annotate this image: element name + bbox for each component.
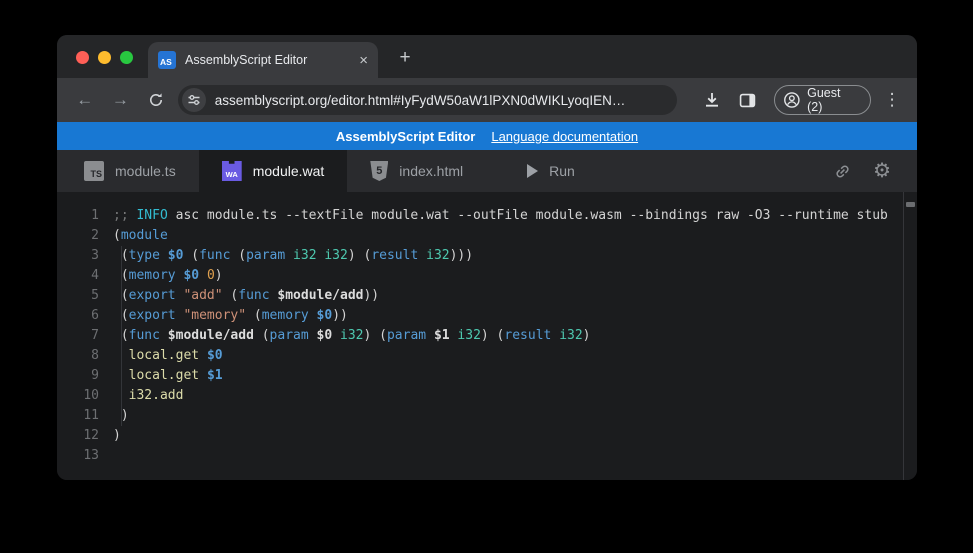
editor-tab-strip: TS module.ts WA module.wat 5 index.html … bbox=[57, 150, 917, 192]
tab-index-html[interactable]: 5 index.html bbox=[347, 150, 486, 192]
line-number: 10 bbox=[57, 386, 99, 406]
line-number: 4 bbox=[57, 266, 99, 286]
code-line: 2(module bbox=[57, 226, 917, 246]
browser-toolbar: ← → assemblyscript.org/editor.html#IyFyd… bbox=[57, 78, 917, 122]
html5-icon: 5 bbox=[370, 161, 388, 181]
tab-label: module.ts bbox=[115, 163, 176, 179]
reload-icon bbox=[147, 91, 165, 109]
code-line: 12) bbox=[57, 426, 917, 446]
code-line: 4 (memory $0 0) bbox=[57, 266, 917, 286]
tab-module-wat[interactable]: WA module.wat bbox=[199, 150, 348, 192]
editor-scrollbar[interactable] bbox=[903, 192, 917, 480]
line-number: 9 bbox=[57, 366, 99, 386]
tab-title: AssemblyScript Editor bbox=[185, 53, 353, 67]
banner-title: AssemblyScript Editor bbox=[336, 129, 475, 144]
line-number: 5 bbox=[57, 286, 99, 306]
minimize-window-button[interactable] bbox=[98, 51, 111, 64]
link-icon bbox=[832, 161, 853, 182]
back-button[interactable]: ← bbox=[71, 86, 99, 114]
profile-avatar-icon bbox=[783, 91, 801, 109]
typescript-icon: TS bbox=[84, 161, 104, 181]
tab-close-icon[interactable]: × bbox=[359, 53, 368, 68]
code-line: 3 (type $0 (func (param i32 i32) (result… bbox=[57, 246, 917, 266]
page-banner: AssemblyScript Editor Language documenta… bbox=[57, 122, 917, 150]
desktop-background: AS AssemblyScript Editor × + ← → bbox=[0, 0, 973, 553]
side-panel-button[interactable] bbox=[733, 85, 763, 115]
profile-button[interactable]: Guest (2) bbox=[774, 85, 871, 115]
play-icon bbox=[527, 164, 538, 178]
browser-titlebar: AS AssemblyScript Editor × + bbox=[57, 35, 917, 78]
webassembly-text-icon: WA bbox=[222, 161, 242, 181]
url-bar[interactable]: assemblyscript.org/editor.html#IyFydW50a… bbox=[178, 85, 678, 115]
site-settings-icon[interactable] bbox=[182, 88, 206, 112]
code-line: 1;; INFO asc module.ts --textFile module… bbox=[57, 206, 917, 226]
line-number: 7 bbox=[57, 326, 99, 346]
line-number: 2 bbox=[57, 226, 99, 246]
profile-label: Guest (2) bbox=[807, 86, 858, 114]
language-documentation-link[interactable]: Language documentation bbox=[491, 129, 638, 144]
url-text: assemblyscript.org/editor.html#IyFydW50a… bbox=[215, 93, 626, 108]
code-line: 5 (export "add" (func $module/add)) bbox=[57, 286, 917, 306]
download-icon bbox=[702, 90, 722, 110]
reload-button[interactable] bbox=[142, 86, 170, 114]
code-line: 7 (func $module/add (param $0 i32) (para… bbox=[57, 326, 917, 346]
forward-button[interactable]: → bbox=[107, 86, 135, 114]
code-line: 9 local.get $1 bbox=[57, 366, 917, 386]
scrollbar-thumb[interactable] bbox=[906, 202, 915, 207]
code-line: 6 (export "memory" (memory $0)) bbox=[57, 306, 917, 326]
line-number: 6 bbox=[57, 306, 99, 326]
line-number: 11 bbox=[57, 406, 99, 426]
tab-label: module.wat bbox=[253, 163, 325, 179]
tab-module-ts[interactable]: TS module.ts bbox=[61, 150, 199, 192]
line-number: 3 bbox=[57, 246, 99, 266]
line-number: 12 bbox=[57, 426, 99, 446]
download-button[interactable] bbox=[697, 85, 727, 115]
line-number: 8 bbox=[57, 346, 99, 366]
code-line: 8 local.get $0 bbox=[57, 346, 917, 366]
browser-menu-button[interactable]: ⋮ bbox=[881, 90, 903, 110]
side-panel-icon bbox=[738, 91, 757, 110]
tab-label: index.html bbox=[399, 163, 463, 179]
browser-tab[interactable]: AS AssemblyScript Editor × bbox=[148, 42, 378, 78]
code-line: 10 i32.add bbox=[57, 386, 917, 406]
line-number: 1 bbox=[57, 206, 99, 226]
line-number: 13 bbox=[57, 446, 99, 466]
maximize-window-button[interactable] bbox=[120, 51, 133, 64]
settings-button[interactable]: ⚙ bbox=[873, 161, 891, 181]
indent-guide bbox=[121, 246, 122, 426]
browser-window: AS AssemblyScript Editor × + ← → bbox=[57, 35, 917, 480]
new-tab-button[interactable]: + bbox=[391, 44, 419, 72]
close-window-button[interactable] bbox=[76, 51, 89, 64]
macos-traffic-lights bbox=[76, 51, 133, 64]
code-line: 13 bbox=[57, 446, 917, 466]
code-line: 11 ) bbox=[57, 406, 917, 426]
assemblyscript-favicon-icon: AS bbox=[158, 51, 176, 69]
run-button[interactable]: Run bbox=[504, 150, 598, 192]
run-label: Run bbox=[549, 163, 575, 179]
share-link-button[interactable] bbox=[832, 161, 853, 182]
code-editor[interactable]: 1;; INFO asc module.ts --textFile module… bbox=[57, 192, 917, 480]
